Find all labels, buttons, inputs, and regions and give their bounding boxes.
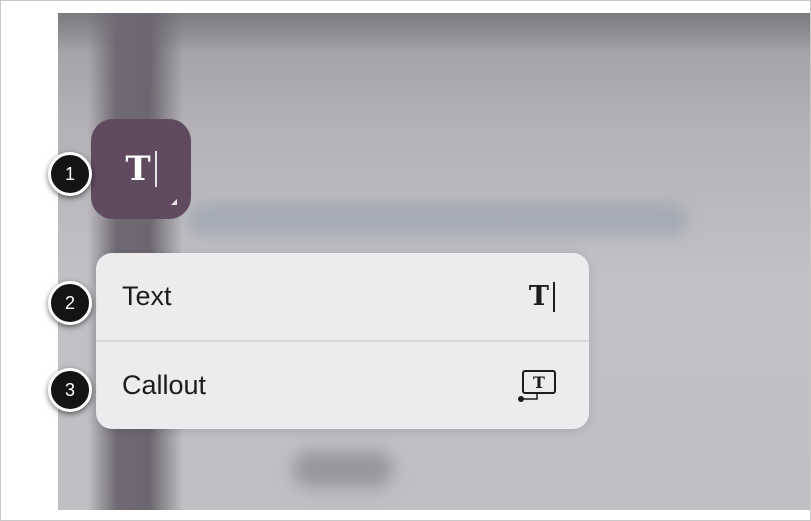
step-badge-1: 1: [48, 152, 92, 196]
menu-item-label: Callout: [122, 370, 207, 400]
step-badge-3: 3: [48, 368, 92, 412]
screenshot-frame: T Text T Callout T 1 2 3: [0, 0, 811, 521]
app-screen: T Text T Callout T: [58, 13, 810, 510]
menu-item-label: Text: [122, 281, 172, 311]
text-tool-menu: Text T Callout T: [96, 253, 589, 429]
step-badge-2: 2: [48, 281, 92, 325]
text-cursor-icon: T: [125, 151, 157, 187]
menu-item-callout[interactable]: Callout T: [96, 342, 589, 429]
blurred-content-shape: [293, 451, 393, 487]
text-tool-button[interactable]: T: [91, 119, 191, 219]
submenu-indicator-icon: [171, 199, 177, 205]
blurred-content-band: [188, 203, 688, 237]
svg-text:T: T: [533, 373, 545, 392]
text-cursor-icon: T: [529, 281, 555, 312]
menu-item-text[interactable]: Text T: [96, 253, 589, 340]
callout-icon: T: [518, 370, 556, 402]
